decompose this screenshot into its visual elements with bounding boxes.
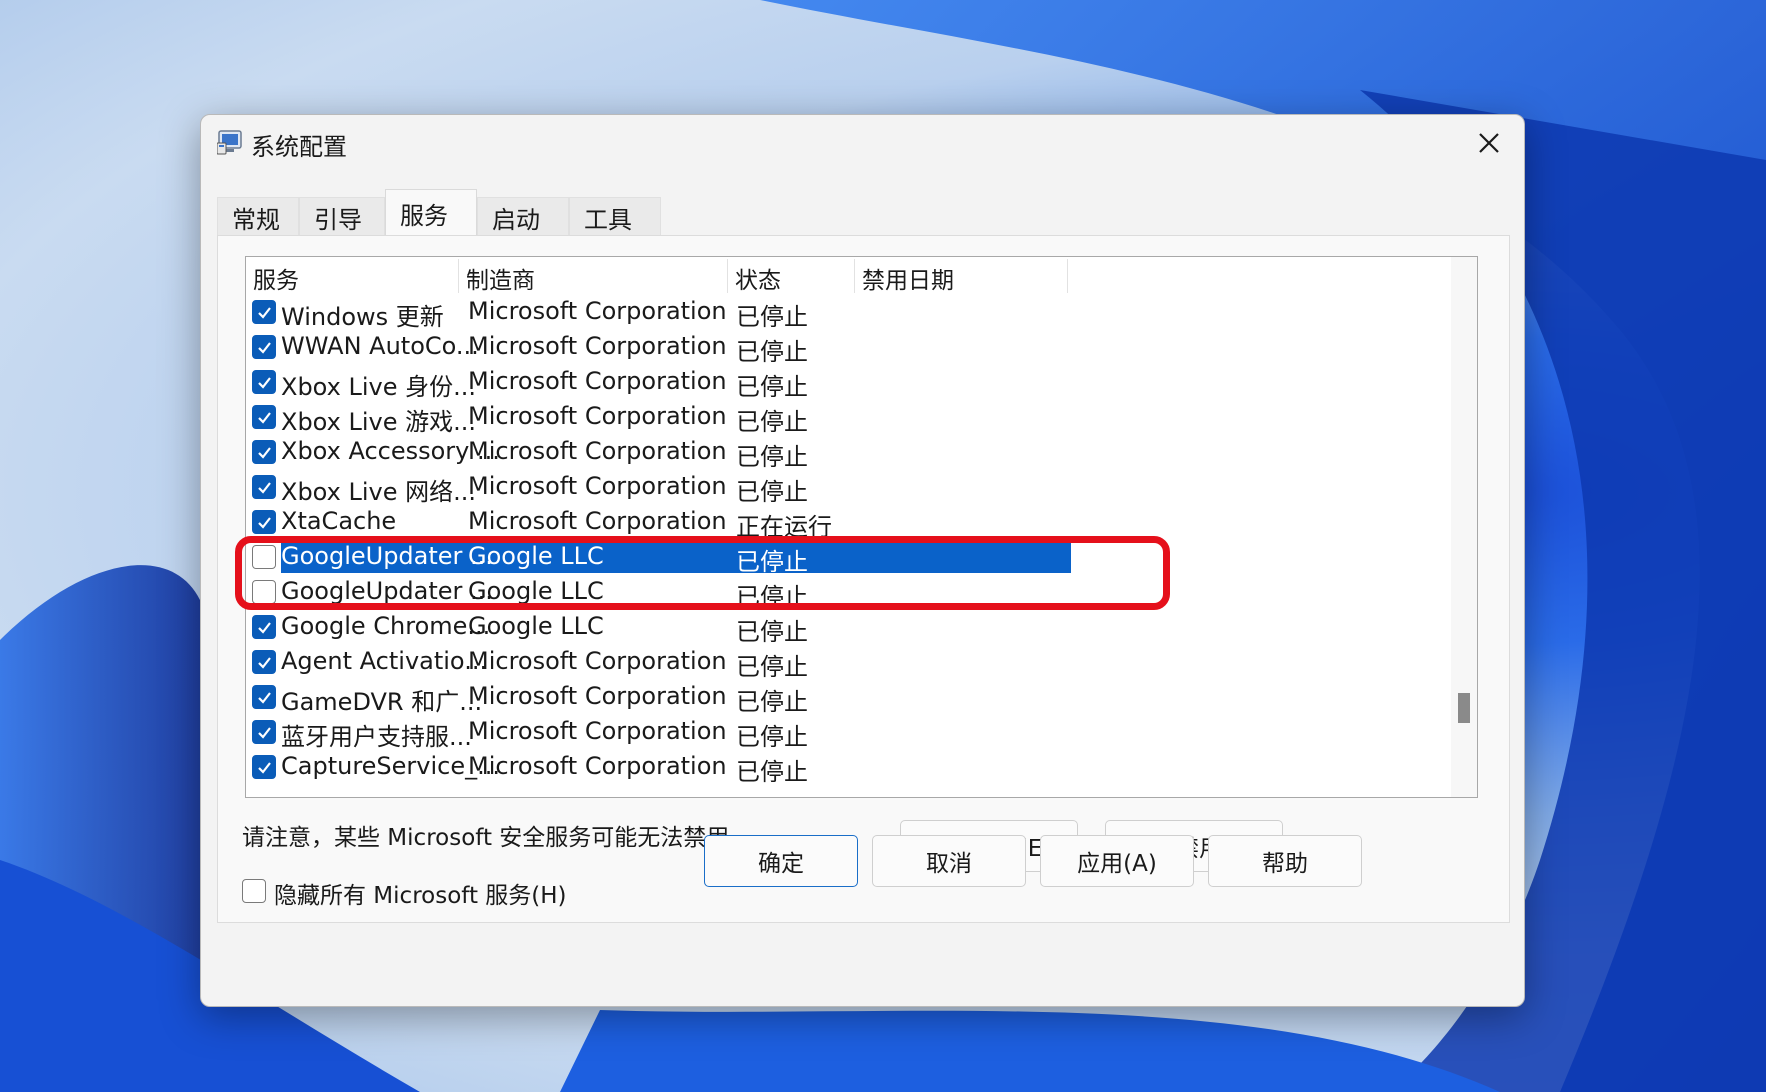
service-status: 已停止 [736, 478, 808, 506]
service-status: 已停止 [736, 408, 808, 436]
checkmark-icon [258, 692, 271, 704]
service-maker: Google LLC [468, 612, 604, 640]
service-status: 已停止 [736, 443, 808, 471]
service-maker: Microsoft Corporation [468, 472, 727, 500]
column-separator[interactable] [727, 259, 728, 293]
column-header-service[interactable]: 服务 [253, 261, 299, 295]
service-checkbox[interactable] [252, 335, 276, 359]
close-icon [1479, 133, 1499, 153]
service-name: 蓝牙用户支持服... [281, 723, 472, 751]
service-row[interactable]: Xbox Live 身份... Microsoft Corporation 已停止 [246, 365, 1346, 401]
checkmark-icon [258, 622, 271, 634]
service-status: 已停止 [736, 618, 808, 646]
tab-general[interactable]: 常规 [217, 197, 299, 237]
title-bar[interactable]: 系统配置 [201, 115, 1524, 171]
service-checkbox[interactable] [252, 440, 276, 464]
service-name: XtaCache [281, 507, 397, 535]
service-status: 已停止 [736, 338, 808, 366]
service-maker: Microsoft Corporation [468, 437, 727, 465]
checkmark-icon [258, 412, 271, 424]
cancel-button[interactable]: 取消 [872, 835, 1026, 887]
service-checkbox[interactable] [252, 475, 276, 499]
column-header-disabled-date[interactable]: 禁用日期 [862, 261, 954, 295]
checkmark-icon [258, 447, 271, 459]
service-row[interactable]: 蓝牙用户支持服... Microsoft Corporation 已停止 [246, 715, 1346, 751]
msconfig-app-icon [217, 130, 242, 155]
service-maker: Microsoft Corporation [468, 402, 727, 430]
list-header: 服务 制造商 状态 禁用日期 [246, 257, 1477, 295]
service-name: Xbox Live 身份... [281, 373, 476, 401]
service-maker: Microsoft Corporation [468, 332, 727, 360]
service-name: GameDVR 和广... [281, 688, 483, 716]
tab-tools[interactable]: 工具 [569, 197, 661, 237]
services-list[interactable]: 服务 制造商 状态 禁用日期 Windows 更新 Microsoft Corpo… [245, 256, 1478, 798]
service-row[interactable]: Xbox Live 游戏... Microsoft Corporation 已停止 [246, 400, 1346, 436]
service-status: 已停止 [736, 303, 808, 331]
service-checkbox[interactable] [252, 370, 276, 394]
service-row[interactable]: Xbox Accessory ... Microsoft Corporation 已… [246, 435, 1346, 471]
tab-boot[interactable]: 引导 [299, 197, 385, 237]
scrollbar-thumb[interactable] [1458, 693, 1470, 723]
column-header-maker[interactable]: 制造商 [466, 261, 535, 295]
service-name: Xbox Live 网络... [281, 478, 476, 506]
hide-ms-label: 隐藏所有 Microsoft 服务(H) [274, 883, 567, 909]
service-maker: Microsoft Corporation [468, 367, 727, 395]
checkmark-icon [258, 727, 271, 739]
tab-services[interactable]: 服务 [385, 189, 477, 237]
security-note: 请注意，某些 Microsoft 安全服务可能无法禁用。 [242, 825, 753, 851]
service-status: 已停止 [736, 653, 808, 681]
service-maker: Microsoft Corporation [468, 682, 727, 710]
checkmark-icon [258, 762, 271, 774]
service-name: Xbox Live 游戏... [281, 408, 476, 436]
checkmark-icon [258, 342, 271, 354]
service-checkbox[interactable] [252, 615, 276, 639]
help-button[interactable]: 帮助 [1208, 835, 1362, 887]
hide-ms-checkbox[interactable] [242, 879, 266, 903]
service-status: 已停止 [736, 688, 808, 716]
service-checkbox[interactable] [252, 685, 276, 709]
service-checkbox[interactable] [252, 755, 276, 779]
service-row[interactable]: Xbox Live 网络... Microsoft Corporation 已停止 [246, 470, 1346, 506]
service-row[interactable]: Agent Activatio... Microsoft Corporation 已… [246, 645, 1346, 681]
vertical-scrollbar[interactable] [1451, 257, 1477, 797]
checkmark-icon [258, 517, 271, 529]
service-checkbox[interactable] [252, 405, 276, 429]
service-row[interactable]: XtaCache Microsoft Corporation 正在运行 [246, 505, 1346, 541]
service-maker: Microsoft Corporation [468, 752, 727, 780]
ok-button[interactable]: 确定 [704, 835, 858, 887]
service-row[interactable]: GameDVR 和广... Microsoft Corporation 已停止 [246, 680, 1346, 716]
column-separator[interactable] [1067, 259, 1068, 293]
service-row[interactable]: CaptureService_... Microsoft Corporation 已… [246, 750, 1346, 786]
service-maker: Microsoft Corporation [468, 647, 727, 675]
window-title: 系统配置 [251, 133, 347, 161]
column-separator[interactable] [854, 259, 855, 293]
checkmark-icon [258, 377, 271, 389]
service-row[interactable]: Google Chrome... Google LLC 已停止 [246, 610, 1346, 646]
service-checkbox[interactable] [252, 510, 276, 534]
service-maker: Microsoft Corporation [468, 507, 727, 535]
column-header-status[interactable]: 状态 [735, 261, 781, 295]
service-name: WWAN AutoCo... [281, 332, 479, 360]
service-name: Google Chrome... [281, 612, 491, 640]
apply-button[interactable]: 应用(A) [1040, 835, 1194, 887]
service-status: 已停止 [736, 758, 808, 786]
service-status: 已停止 [736, 373, 808, 401]
red-highlight-annotation [235, 536, 1170, 610]
service-row[interactable]: Windows 更新 Microsoft Corporation 已停止 [246, 295, 1346, 331]
service-name: Windows 更新 [281, 303, 444, 331]
service-maker: Microsoft Corporation [468, 297, 727, 325]
service-status: 已停止 [736, 723, 808, 751]
column-separator[interactable] [458, 259, 459, 293]
checkmark-icon [258, 307, 271, 319]
service-maker: Microsoft Corporation [468, 717, 727, 745]
checkmark-icon [258, 482, 271, 494]
tab-startup[interactable]: 启动 [477, 197, 569, 237]
service-name: Agent Activatio... [281, 647, 488, 675]
service-checkbox[interactable] [252, 650, 276, 674]
checkmark-icon [258, 657, 271, 669]
service-row[interactable]: WWAN AutoCo... Microsoft Corporation 已停止 [246, 330, 1346, 366]
service-checkbox[interactable] [252, 720, 276, 744]
service-checkbox[interactable] [252, 300, 276, 324]
close-button[interactable] [1466, 123, 1512, 163]
